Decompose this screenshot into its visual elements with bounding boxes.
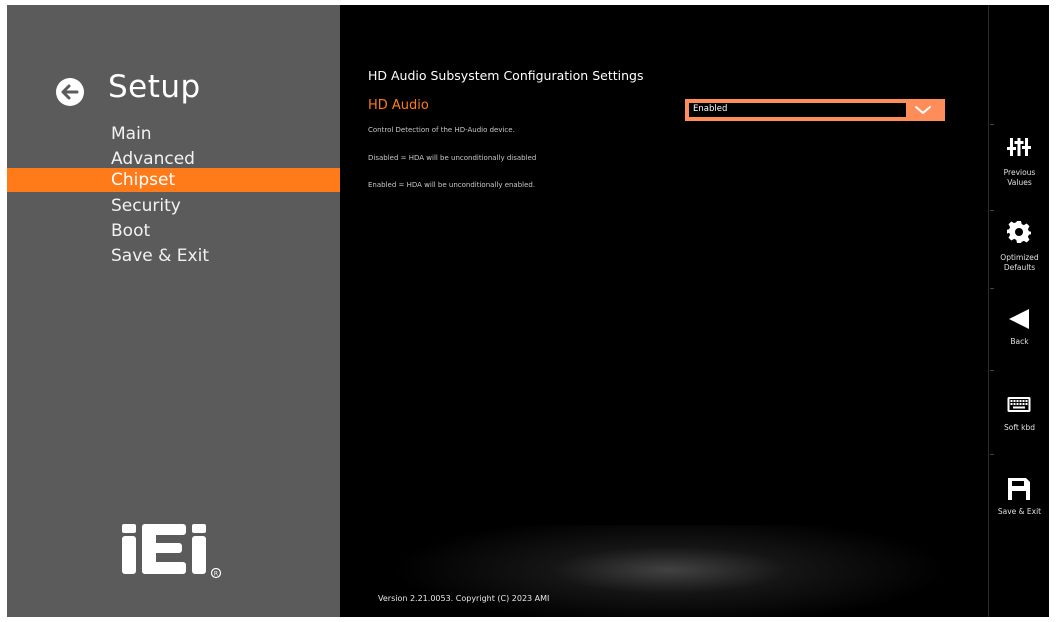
floor-glow [390, 525, 950, 617]
help-text-line: Disabled = HDA will be unconditionally d… [368, 154, 537, 162]
optimized-defaults-label-1: Optimized [1000, 253, 1039, 262]
help-text-line: Control Detection of the HD-Audio device… [368, 126, 515, 134]
nav-item-label: Boot [111, 221, 151, 241]
bios-setup-screen: Setup Main Advanced Chipset Security Boo… [7, 5, 1049, 617]
iei-logo: R [122, 524, 222, 579]
help-text-line: Enabled = HDA will be unconditionally en… [368, 181, 536, 189]
previous-values-label-2: Values [1007, 178, 1032, 187]
svg-text:R: R [214, 571, 218, 578]
nav-item-label: Security [111, 196, 181, 216]
nav-item-label: Save & Exit [111, 246, 209, 266]
previous-values-label-1: Previous [1003, 168, 1036, 177]
floppy-save-icon [1008, 478, 1030, 500]
nav-item-boot[interactable]: Boot [7, 219, 340, 243]
nav-item-main[interactable]: Main [7, 122, 340, 146]
section-title: HD Audio Subsystem Configuration Setting… [368, 68, 644, 83]
nav-item-security[interactable]: Security [7, 194, 340, 218]
save-exit-label: Save & Exit [997, 507, 1042, 516]
left-nav-panel: Setup Main Advanced Chipset Security Boo… [7, 5, 340, 617]
back-button[interactable]: Back [989, 307, 1049, 387]
nav-item-label: Main [111, 124, 152, 144]
back-triangle-icon [1009, 309, 1029, 329]
hd-audio-value: Enabled [693, 104, 728, 114]
save-exit-button[interactable]: Save & Exit [989, 477, 1049, 557]
hd-audio-dropdown[interactable]: Enabled [685, 99, 945, 121]
back-label: Back [1010, 337, 1029, 346]
gear-icon [1007, 221, 1031, 243]
previous-values-button[interactable]: Previous Values [989, 135, 1049, 215]
soft-keyboard-label: Soft kbd [1003, 423, 1036, 432]
hd-audio-setting-label[interactable]: HD Audio [368, 98, 429, 113]
back-arrow-icon[interactable] [55, 77, 93, 107]
version-copyright: Version 2.21.0053. Copyright (C) 2023 AM… [378, 594, 550, 603]
setup-title: Setup [108, 69, 201, 105]
right-action-sidebar: Previous Values Optimized Defaults Back [988, 5, 1049, 617]
main-content-panel: HD Audio Subsystem Configuration Setting… [340, 5, 988, 617]
hd-audio-value-box: Enabled [689, 103, 906, 117]
soft-keyboard-button[interactable]: Soft kbd [989, 393, 1049, 473]
sidebar-divider [990, 124, 994, 125]
nav-item-label: Chipset [111, 170, 176, 190]
nav-item-save-exit[interactable]: Save & Exit [7, 244, 340, 268]
sliders-icon [1007, 138, 1031, 156]
nav-item-chipset[interactable]: Chipset [7, 168, 340, 192]
optimized-defaults-label-2: Defaults [1003, 263, 1036, 272]
chevron-down-icon [915, 106, 931, 114]
optimized-defaults-button[interactable]: Optimized Defaults [989, 220, 1049, 300]
keyboard-icon [1007, 397, 1031, 412]
